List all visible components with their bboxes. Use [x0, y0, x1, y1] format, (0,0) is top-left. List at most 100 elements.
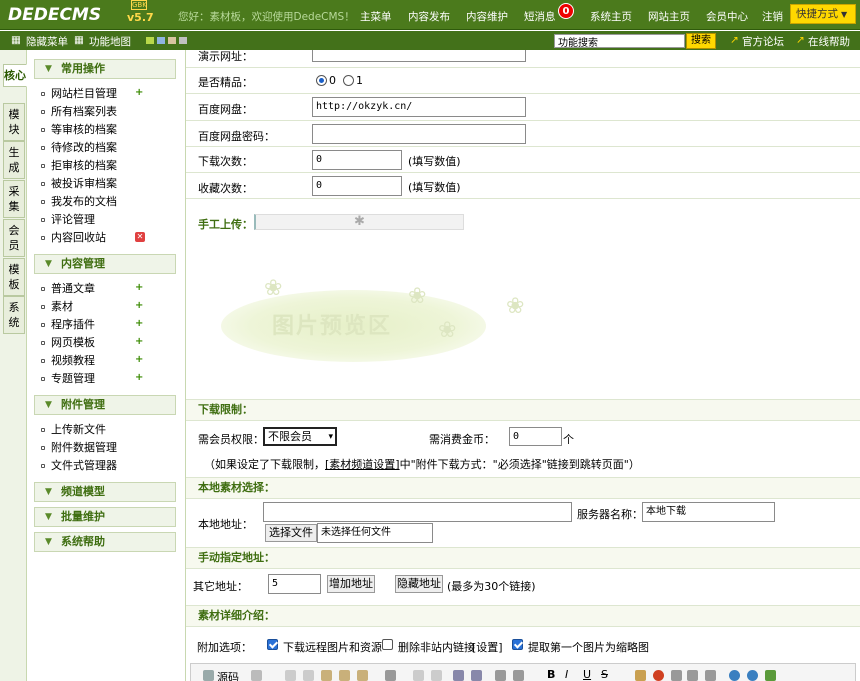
print-icon[interactable]: [385, 670, 396, 681]
gold-input[interactable]: 0: [509, 427, 562, 446]
menu-item-comments[interactable]: 评论管理: [41, 211, 171, 228]
skin-blue-icon[interactable]: [157, 37, 165, 44]
is-best-radio-0[interactable]: [316, 75, 327, 86]
nav-maintain[interactable]: 内容维护: [466, 9, 508, 24]
menu-group-content[interactable]: ▼ 内容管理: [34, 254, 176, 274]
menu-item-column-manage[interactable]: 网站栏目管理 +: [41, 85, 171, 102]
tab-templates[interactable]: 模板: [3, 258, 25, 296]
unlink-icon[interactable]: [747, 670, 758, 681]
menu-item-all-archives[interactable]: 所有档案列表: [41, 103, 171, 120]
nav-system-home[interactable]: 系统主页: [590, 9, 632, 24]
menu-item-articles[interactable]: 普通文章 +: [41, 280, 171, 297]
paste-icon[interactable]: [321, 670, 332, 681]
skin-tan-icon[interactable]: [168, 37, 176, 44]
menu-item-to-modify[interactable]: 待修改的档案: [41, 139, 171, 156]
remove-links-checkbox[interactable]: [382, 639, 393, 650]
document-icon[interactable]: [251, 670, 262, 681]
demo-url-input[interactable]: [312, 50, 526, 62]
channel-settings-link[interactable]: [素材频道设置]: [325, 458, 400, 471]
add-icon[interactable]: +: [135, 301, 145, 311]
link-settings-link[interactable]: [设置]: [472, 639, 503, 655]
remove-format-icon[interactable]: [513, 670, 524, 681]
hide-menu-link[interactable]: 隐藏菜单: [26, 34, 68, 49]
server-name-input[interactable]: 本地下载: [642, 502, 775, 522]
menu-group-common[interactable]: ▼ 常用操作: [34, 59, 176, 79]
add-icon[interactable]: +: [135, 337, 145, 347]
baidu-pan-input[interactable]: http://okzyk.cn/: [312, 97, 526, 117]
copy-icon[interactable]: [303, 670, 314, 681]
menu-item-materials[interactable]: 素材 +: [41, 298, 171, 315]
nav-messages[interactable]: 短消息: [524, 9, 556, 24]
source-icon[interactable]: [203, 670, 214, 681]
address-count-input[interactable]: 5: [268, 574, 321, 594]
favorite-count-input[interactable]: 0: [312, 176, 402, 196]
tab-generate[interactable]: 生成: [3, 141, 25, 179]
nav-member-center[interactable]: 会员中心: [706, 9, 748, 24]
nav-publish[interactable]: 内容发布: [408, 9, 450, 24]
image-icon[interactable]: [635, 670, 646, 681]
bold-icon[interactable]: B: [547, 668, 555, 681]
media-icon[interactable]: [671, 670, 682, 681]
menu-item-complaints[interactable]: 被投诉审档案: [41, 175, 171, 192]
add-address-button[interactable]: 增加地址: [327, 575, 375, 593]
table-icon[interactable]: [687, 670, 698, 681]
site-map-link[interactable]: 功能地图: [89, 34, 131, 49]
menu-item-video-tutorials[interactable]: 视频教程 +: [41, 352, 171, 369]
add-icon[interactable]: +: [135, 355, 145, 365]
menu-group-attachments[interactable]: ▼ 附件管理: [34, 395, 176, 415]
nav-logout[interactable]: 注销: [762, 9, 783, 24]
is-best-radio-1[interactable]: [343, 75, 354, 86]
nav-main-menu[interactable]: 主菜单: [360, 9, 392, 24]
strike-icon[interactable]: S: [601, 668, 608, 681]
quick-menu-button[interactable]: 快捷方式 ▼: [790, 4, 856, 24]
nav-site-home[interactable]: 网站主页: [648, 9, 690, 24]
link-icon[interactable]: [729, 670, 740, 681]
online-help-link[interactable]: 在线帮助: [808, 34, 850, 49]
download-count-input[interactable]: 0: [312, 150, 402, 170]
replace-icon[interactable]: [471, 670, 482, 681]
tab-modules[interactable]: 模块: [3, 103, 25, 141]
add-icon[interactable]: +: [135, 373, 145, 383]
tab-core[interactable]: 核心: [3, 64, 27, 87]
anchor-icon[interactable]: [765, 670, 776, 681]
hr-icon[interactable]: [705, 670, 716, 681]
upload-flash-button[interactable]: ✱: [254, 214, 464, 230]
tab-system[interactable]: 系统: [3, 296, 25, 334]
menu-item-pending-review[interactable]: 等审核的档案: [41, 121, 171, 138]
menu-item-topics[interactable]: 专题管理 +: [41, 370, 171, 387]
menu-group-help[interactable]: ▼ 系统帮助: [34, 532, 176, 552]
underline-icon[interactable]: U: [583, 668, 591, 681]
add-icon[interactable]: +: [135, 283, 145, 293]
local-address-input[interactable]: [263, 502, 572, 522]
menu-group-batch[interactable]: ▼ 批量维护: [34, 507, 176, 527]
redo-icon[interactable]: [431, 670, 442, 681]
choose-file-button[interactable]: 选择文件: [265, 524, 317, 542]
hide-address-button[interactable]: 隐藏地址: [395, 575, 443, 593]
undo-icon[interactable]: [413, 670, 424, 681]
flash-icon[interactable]: [653, 670, 664, 681]
menu-item-recycle-bin[interactable]: 内容回收站 ✕: [41, 229, 171, 246]
select-all-icon[interactable]: [495, 670, 506, 681]
menu-item-upload-file[interactable]: 上传新文件: [41, 421, 171, 438]
extract-thumbnail-checkbox[interactable]: [512, 639, 523, 650]
skin-gray-icon[interactable]: [179, 37, 187, 44]
menu-item-attachment-data[interactable]: 附件数据管理: [41, 439, 171, 456]
italic-icon[interactable]: I: [565, 668, 568, 681]
member-perm-select[interactable]: 不限会员 ▾: [263, 427, 337, 446]
baidu-password-input[interactable]: [312, 124, 526, 144]
find-icon[interactable]: [453, 670, 464, 681]
download-remote-checkbox[interactable]: [267, 639, 278, 650]
menu-item-web-templates[interactable]: 网页模板 +: [41, 334, 171, 351]
trash-icon[interactable]: ✕: [135, 232, 145, 242]
tab-collect[interactable]: 采集: [3, 180, 25, 218]
paste-text-icon[interactable]: [339, 670, 350, 681]
add-icon[interactable]: +: [135, 319, 145, 329]
menu-group-channel-model[interactable]: ▼ 频道模型: [34, 482, 176, 502]
message-count-badge[interactable]: 0: [558, 3, 574, 19]
menu-item-my-docs[interactable]: 我发布的文档: [41, 193, 171, 210]
cut-icon[interactable]: [285, 670, 296, 681]
tab-members[interactable]: 会员: [3, 219, 25, 257]
menu-item-plugins[interactable]: 程序插件 +: [41, 316, 171, 333]
search-button[interactable]: 搜索: [686, 33, 716, 49]
menu-item-file-manager[interactable]: 文件式管理器: [41, 457, 171, 474]
